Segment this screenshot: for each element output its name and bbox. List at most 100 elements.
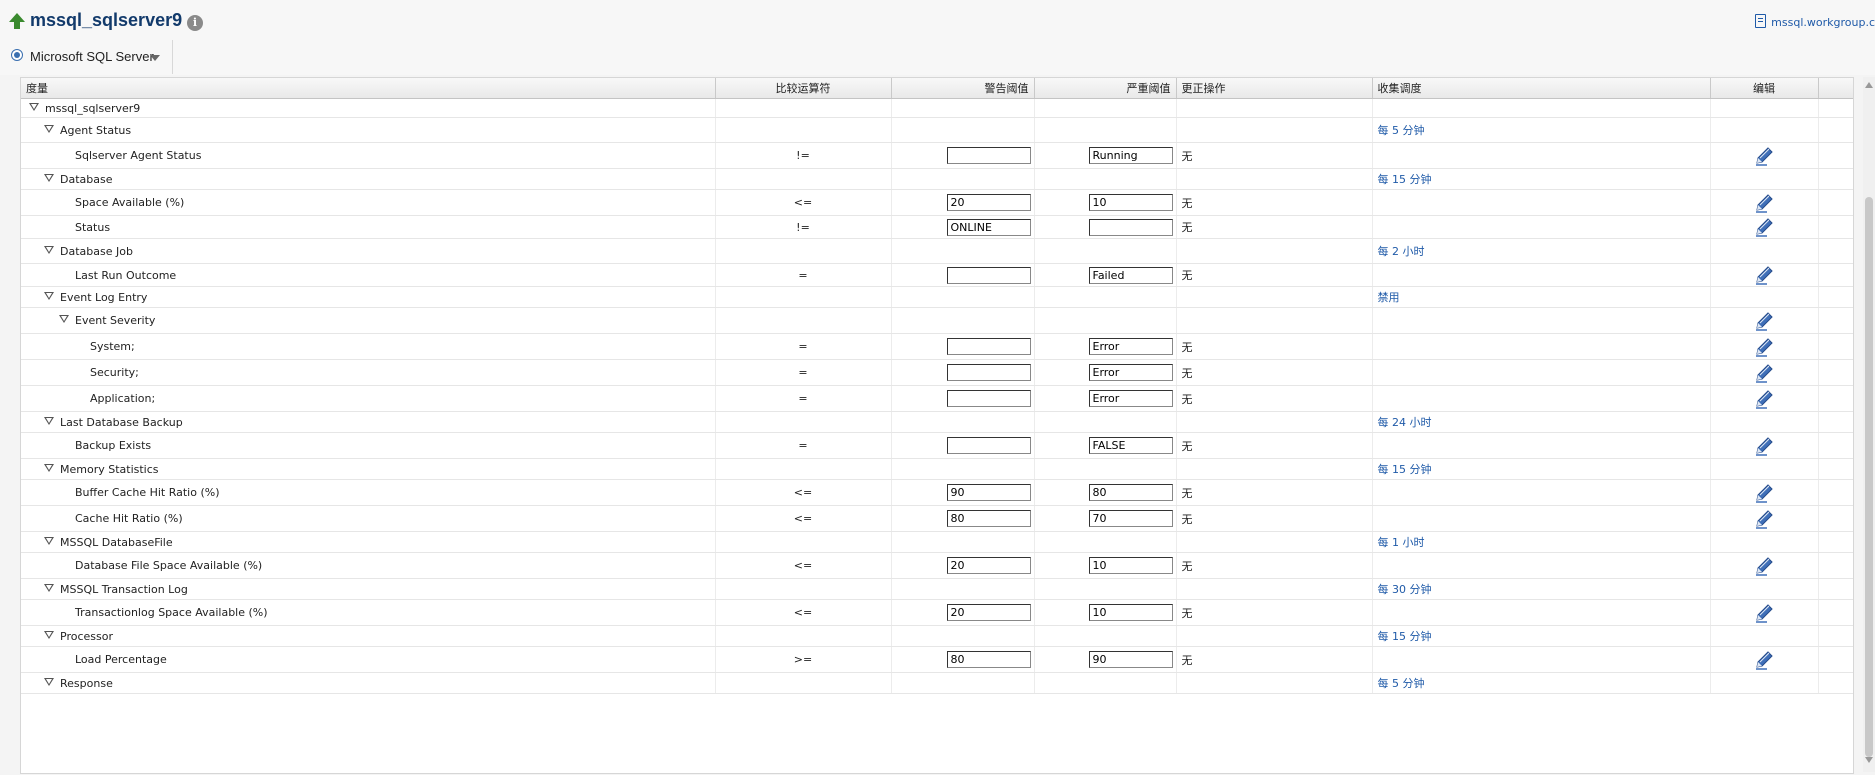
pencil-icon[interactable]	[1753, 264, 1775, 286]
warning-threshold-input[interactable]	[946, 510, 1031, 527]
pencil-icon[interactable]	[1753, 145, 1775, 167]
critical-threshold-input[interactable]	[1088, 604, 1173, 621]
critical-threshold-cell	[1034, 307, 1177, 334]
column-header-critical[interactable]: 严重阈值	[1034, 78, 1177, 99]
collection-schedule-link[interactable]: 每 15 分钟	[1372, 168, 1711, 190]
critical-threshold-input[interactable]	[1088, 437, 1173, 454]
column-header-schedule[interactable]: 收集调度	[1372, 78, 1711, 99]
collection-schedule-link[interactable]: 禁用	[1372, 286, 1711, 308]
scroll-up-icon[interactable]	[1865, 82, 1873, 88]
metric-name: Buffer Cache Hit Ratio (%)	[75, 486, 220, 499]
operator-cell	[715, 578, 892, 600]
warning-threshold-cell	[891, 432, 1035, 459]
column-header-edit[interactable]: 编辑	[1710, 78, 1819, 99]
vertical-scrollbar[interactable]	[1863, 77, 1875, 772]
pencil-icon[interactable]	[1753, 508, 1775, 530]
operator-cell	[715, 238, 892, 264]
collapse-triangle-icon[interactable]	[44, 291, 54, 300]
critical-threshold-input[interactable]	[1088, 510, 1173, 527]
table-row: Application; = 无	[21, 385, 1853, 412]
critical-threshold-input[interactable]	[1088, 364, 1173, 381]
warning-threshold-input[interactable]	[946, 364, 1031, 381]
collection-schedule-link[interactable]: 每 15 分钟	[1372, 625, 1711, 647]
collapse-triangle-icon[interactable]	[44, 416, 54, 425]
collapse-triangle-icon[interactable]	[44, 173, 54, 182]
filler-cell	[1818, 333, 1853, 360]
pencil-icon[interactable]	[1753, 555, 1775, 577]
warning-threshold-input[interactable]	[946, 218, 1031, 236]
pencil-icon[interactable]	[1753, 310, 1775, 332]
collection-schedule-link[interactable]: 每 15 分钟	[1372, 458, 1711, 480]
critical-threshold-input[interactable]	[1088, 338, 1173, 355]
collection-schedule-link	[1372, 552, 1711, 579]
pencil-icon[interactable]	[1753, 482, 1775, 504]
column-header-warning[interactable]: 警告阈值	[891, 78, 1035, 99]
pencil-icon[interactable]	[1753, 192, 1775, 214]
pencil-icon[interactable]	[1753, 649, 1775, 671]
collapse-triangle-icon[interactable]	[44, 583, 54, 592]
host-link[interactable]: mssql.workgroup.c	[1755, 14, 1875, 29]
critical-threshold-input[interactable]	[1088, 390, 1173, 407]
collection-schedule-link[interactable]: 每 30 分钟	[1372, 578, 1711, 600]
metric-cell: System;	[21, 333, 716, 360]
filler-cell	[1818, 599, 1853, 626]
critical-threshold-input[interactable]	[1088, 266, 1173, 284]
metric-name: Load Percentage	[75, 653, 167, 666]
filler-cell	[1818, 359, 1853, 386]
critical-threshold-input[interactable]	[1088, 218, 1173, 236]
column-header-metric[interactable]: 度量	[21, 78, 716, 99]
warning-threshold-input[interactable]	[946, 194, 1031, 211]
metric-name: Security;	[90, 366, 139, 379]
pencil-icon[interactable]	[1753, 388, 1775, 410]
warning-threshold-input[interactable]	[946, 390, 1031, 407]
critical-threshold-input[interactable]	[1088, 194, 1173, 211]
collapse-triangle-icon[interactable]	[44, 245, 54, 254]
pencil-icon[interactable]	[1753, 336, 1775, 358]
collection-schedule-link[interactable]: 每 5 分钟	[1372, 672, 1711, 694]
pencil-icon[interactable]	[1753, 435, 1775, 457]
warning-threshold-input[interactable]	[946, 437, 1031, 454]
operator-cell: =	[715, 432, 892, 459]
critical-threshold-input[interactable]	[1088, 484, 1173, 501]
warning-threshold-input[interactable]	[946, 147, 1031, 164]
critical-threshold-cell	[1034, 215, 1177, 239]
collapse-triangle-icon[interactable]	[29, 102, 39, 111]
warning-threshold-input[interactable]	[946, 651, 1031, 668]
collapse-triangle-icon[interactable]	[44, 630, 54, 639]
collapse-triangle-icon[interactable]	[44, 677, 54, 686]
pencil-icon[interactable]	[1753, 602, 1775, 624]
warning-threshold-input[interactable]	[946, 338, 1031, 355]
collection-schedule-link[interactable]: 每 24 小时	[1372, 411, 1711, 433]
column-header-action[interactable]: 更正操作	[1176, 78, 1373, 99]
corrective-action-cell: 无	[1176, 552, 1373, 579]
collapse-triangle-icon[interactable]	[44, 124, 54, 133]
chevron-down-icon[interactable]	[150, 55, 160, 61]
critical-threshold-cell	[1034, 385, 1177, 412]
critical-threshold-input[interactable]	[1088, 147, 1173, 164]
target-type-select[interactable]: Microsoft SQL Server	[0, 40, 173, 74]
critical-threshold-input[interactable]	[1088, 651, 1173, 668]
table-row: Database Job 每 2 小时	[21, 238, 1853, 264]
warning-threshold-cell	[891, 531, 1035, 553]
collection-schedule-link[interactable]: 每 1 小时	[1372, 531, 1711, 553]
warning-threshold-input[interactable]	[946, 266, 1031, 284]
collapse-triangle-icon[interactable]	[59, 315, 69, 323]
warning-threshold-input[interactable]	[946, 557, 1031, 574]
warning-threshold-input[interactable]	[946, 484, 1031, 501]
info-icon[interactable]: i	[187, 15, 203, 31]
collection-schedule-link[interactable]: 每 2 小时	[1372, 238, 1711, 264]
collapse-triangle-icon[interactable]	[44, 536, 54, 545]
warning-threshold-input[interactable]	[946, 604, 1031, 621]
column-header-operator[interactable]: 比较运算符	[715, 78, 892, 99]
collection-schedule-link[interactable]: 每 5 分钟	[1372, 117, 1711, 143]
critical-threshold-cell	[1034, 599, 1177, 626]
scroll-down-icon[interactable]	[1865, 757, 1873, 763]
pencil-icon[interactable]	[1753, 362, 1775, 384]
collapse-triangle-icon[interactable]	[44, 463, 54, 472]
warning-threshold-cell	[891, 479, 1035, 506]
critical-threshold-input[interactable]	[1088, 557, 1173, 574]
scroll-thumb[interactable]	[1865, 197, 1873, 757]
metric-name: Transactionlog Space Available (%)	[75, 606, 268, 619]
pencil-icon[interactable]	[1753, 216, 1775, 238]
collection-schedule-link	[1372, 359, 1711, 386]
